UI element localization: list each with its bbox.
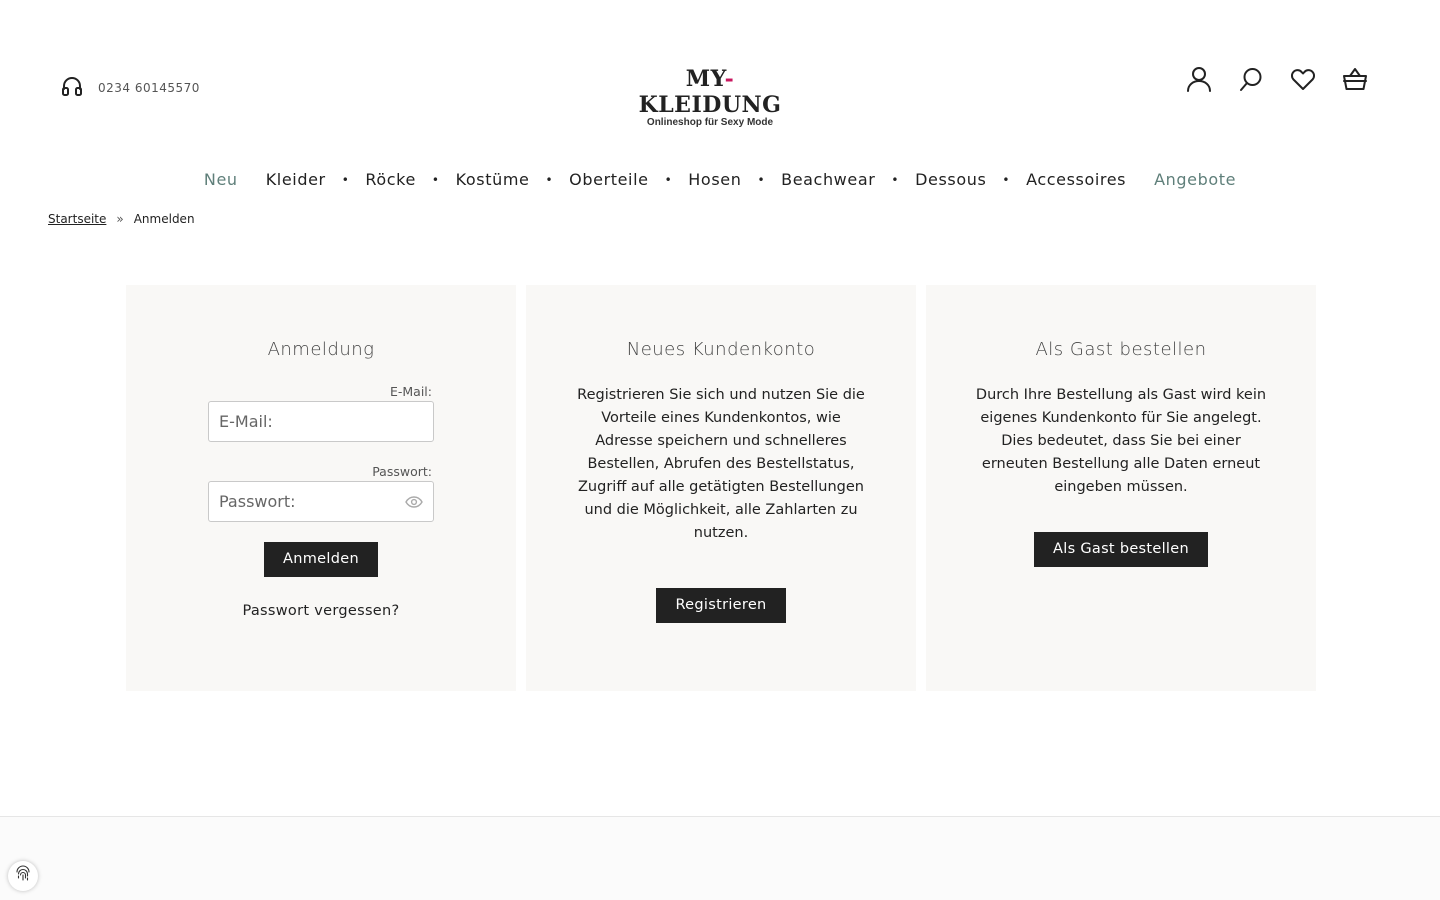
- site-header: 0234 60145570 MY-KLEIDUNG Onlineshop für…: [0, 0, 1440, 160]
- account-button[interactable]: [1186, 66, 1212, 96]
- nav-item-hosen[interactable]: Hosen •: [674, 170, 767, 189]
- nav-item-beachwear[interactable]: Beachwear •: [767, 170, 901, 189]
- header-actions: [1186, 66, 1368, 96]
- breadcrumb-separator: »: [116, 212, 124, 226]
- cart-button[interactable]: [1342, 68, 1368, 94]
- dropdown-indicator-icon[interactable]: •: [755, 173, 767, 187]
- nav-item-kleider[interactable]: Kleider •: [252, 170, 352, 189]
- register-title: Neues Kundenkonto: [626, 339, 816, 360]
- nav-item-label: Beachwear: [781, 170, 876, 189]
- eye-icon[interactable]: [405, 494, 423, 510]
- dropdown-indicator-icon[interactable]: •: [889, 173, 901, 187]
- search-icon: [1238, 66, 1264, 96]
- phone-contact[interactable]: 0234 60145570: [60, 74, 200, 102]
- nav-item-dessous[interactable]: Dessous •: [901, 170, 1012, 189]
- login-panel: Anmeldung E-Mail: Passwort: Anmelden Pas…: [126, 285, 516, 691]
- breadcrumb-current: Anmelden: [133, 212, 195, 226]
- wishlist-button[interactable]: [1290, 68, 1316, 94]
- site-footer: [0, 816, 1440, 900]
- fingerprint-icon: [14, 865, 32, 887]
- password-field[interactable]: [209, 482, 433, 521]
- nav-item-accessoires[interactable]: Accessoires: [1012, 170, 1140, 189]
- main-navigation: Neu Kleider • Röcke • Kostüme • Oberteile • Hosen…: [0, 170, 1440, 189]
- nav-item-label: Accessoires: [1026, 170, 1127, 189]
- search-button[interactable]: [1238, 68, 1264, 94]
- nav-item-angebote[interactable]: Angebote: [1140, 170, 1250, 189]
- dropdown-indicator-icon[interactable]: •: [340, 173, 352, 187]
- nav-item-label: Röcke: [365, 170, 416, 189]
- cookie-settings-button[interactable]: [8, 861, 38, 891]
- dropdown-indicator-icon[interactable]: •: [543, 173, 555, 187]
- password-field-wrapper: [208, 481, 434, 522]
- guest-checkout-button[interactable]: Als Gast bestellen: [1034, 532, 1208, 567]
- headset-icon: [60, 74, 84, 102]
- email-label: E-Mail:: [389, 384, 432, 399]
- register-panel: Neues Kundenkonto Registrieren Sie sich …: [526, 285, 916, 691]
- phone-number[interactable]: 0234 60145570: [98, 81, 200, 95]
- heart-icon: [1290, 66, 1316, 96]
- dropdown-indicator-icon[interactable]: •: [663, 173, 675, 187]
- nav-item-label: Oberteile: [569, 170, 649, 189]
- user-icon: [1186, 66, 1212, 96]
- nav-item-kost-me[interactable]: Kostüme •: [442, 170, 556, 189]
- nav-item-label: Neu: [203, 170, 238, 189]
- register-description: Registrieren Sie sich und nutzen Sie die…: [577, 387, 865, 541]
- dropdown-indicator-icon[interactable]: •: [1000, 173, 1012, 187]
- login-button[interactable]: Anmelden: [264, 542, 378, 577]
- login-title: Anmeldung: [267, 339, 375, 360]
- breadcrumb-home-link[interactable]: Startseite: [48, 212, 106, 226]
- forgot-password-link[interactable]: Passwort vergessen?: [126, 603, 516, 619]
- site-logo[interactable]: MY-KLEIDUNG Onlineshop für Sexy Mode: [620, 66, 800, 128]
- guest-description: Durch Ihre Bestellung als Gast wird kein…: [975, 387, 1267, 495]
- nav-item-label: Kostüme: [455, 170, 530, 189]
- register-button[interactable]: Registrieren: [656, 588, 786, 623]
- account-panels: Anmeldung E-Mail: Passwort: Anmelden Pas…: [126, 285, 1316, 691]
- logo-tagline: Onlineshop für Sexy Mode: [646, 117, 774, 128]
- email-field-wrapper: [208, 401, 434, 442]
- dropdown-indicator-icon[interactable]: •: [430, 173, 442, 187]
- basket-icon: [1342, 66, 1368, 96]
- email-field[interactable]: [209, 402, 433, 441]
- nav-item-label: Dessous: [915, 170, 987, 189]
- breadcrumb: Startseite » Anmelden: [48, 212, 195, 226]
- logo-wordmark: MY-KLEIDUNG: [638, 66, 782, 118]
- password-label: Passwort:: [372, 464, 432, 479]
- nav-item-r-cke[interactable]: Röcke •: [351, 170, 441, 189]
- nav-item-label: Angebote: [1154, 170, 1237, 189]
- nav-item-oberteile[interactable]: Oberteile •: [555, 170, 674, 189]
- guest-title: Als Gast bestellen: [1035, 339, 1207, 360]
- nav-item-label: Kleider: [265, 170, 326, 189]
- nav-item-neu[interactable]: Neu: [190, 170, 252, 189]
- guest-panel: Als Gast bestellen Durch Ihre Bestellung…: [926, 285, 1316, 691]
- nav-item-label: Hosen: [688, 170, 742, 189]
